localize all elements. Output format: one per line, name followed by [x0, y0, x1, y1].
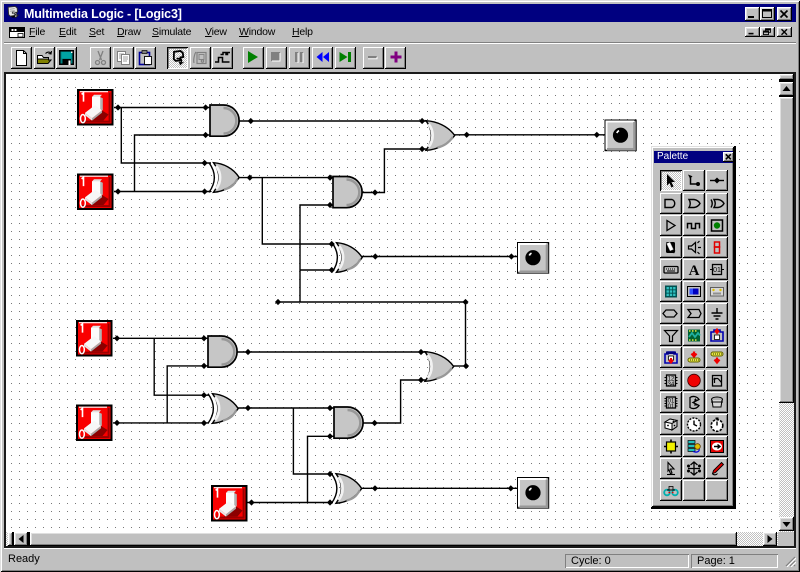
svg-text:01: 01	[713, 267, 721, 274]
svg-text:A: A	[689, 263, 700, 278]
svg-text:01: 01	[668, 404, 675, 410]
svg-text:34: 34	[668, 382, 675, 388]
